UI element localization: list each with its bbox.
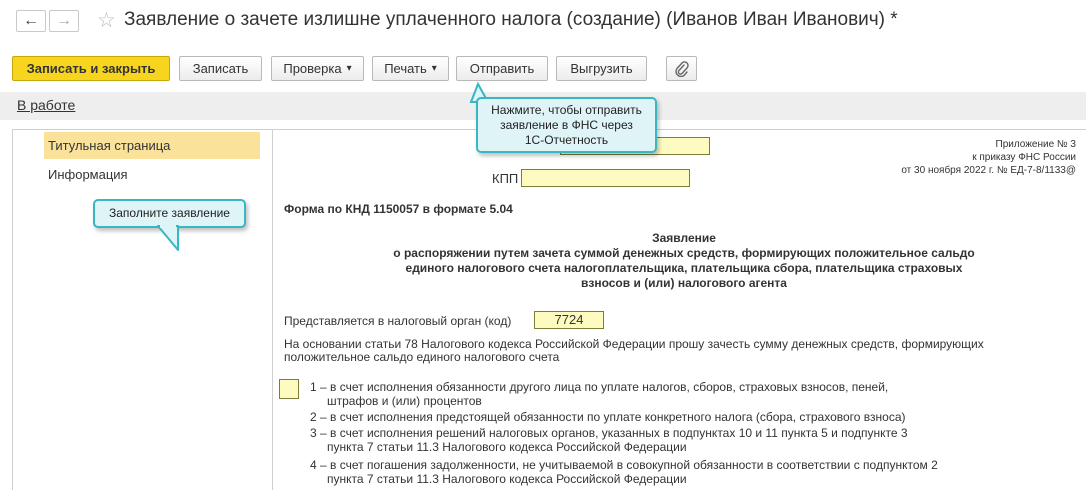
appendix-line-2: к приказу ФНС России bbox=[972, 152, 1076, 163]
save-and-close-button[interactable]: Записать и закрыть bbox=[12, 56, 170, 81]
kpp-field[interactable] bbox=[521, 169, 690, 187]
status-link[interactable]: В работе bbox=[17, 97, 75, 113]
send-hint-line-2: заявление в ФНС через bbox=[500, 118, 633, 132]
appendix-line-3: от 30 ноября 2022 г. № ЕД-7-8/1133@ bbox=[901, 165, 1076, 176]
option-3-line-2: пункта 7 статьи 11.3 Налогового кодекса … bbox=[327, 440, 687, 454]
send-hint-line-1: Нажмите, чтобы отправить bbox=[491, 103, 642, 117]
window-title: Заявление о зачете излишне уплаченного н… bbox=[124, 9, 898, 30]
check-button[interactable]: Проверка ▾ bbox=[271, 56, 364, 81]
export-button[interactable]: Выгрузить bbox=[556, 56, 647, 81]
send-tooltip-pointer-join bbox=[480, 99, 492, 119]
arrow-right-icon: → bbox=[56, 12, 72, 29]
arrow-left-icon: ← bbox=[23, 12, 39, 29]
forward-button[interactable]: → bbox=[49, 10, 79, 32]
appendix-line-1: Приложение № 3 bbox=[995, 139, 1077, 150]
option-code-field[interactable] bbox=[279, 379, 299, 399]
paperclip-icon bbox=[674, 60, 689, 77]
form-code: Форма по КНД 1150057 в формате 5.04 bbox=[284, 202, 513, 216]
send-hint-line-3: 1С-Отчетность bbox=[524, 133, 609, 147]
option-4-line-2: пункта 7 статьи 11.3 Налогового кодекса … bbox=[327, 472, 687, 486]
print-button[interactable]: Печать ▾ bbox=[372, 56, 449, 81]
sidebar-item-information[interactable]: Информация bbox=[44, 161, 260, 188]
option-2: 2 – в счет исполнения предстоящей обязан… bbox=[310, 410, 906, 424]
form-heading-title: Заявление bbox=[652, 231, 716, 245]
kpp-label: КПП bbox=[492, 171, 519, 186]
back-button[interactable]: ← bbox=[16, 10, 46, 32]
send-button[interactable]: Отправить bbox=[456, 56, 548, 81]
check-button-label: Проверка bbox=[283, 61, 342, 76]
form-heading-line-3: взносов и (или) налогового агента bbox=[581, 276, 787, 290]
favorite-star-icon[interactable]: ☆ bbox=[97, 8, 116, 33]
option-3-line-1: 3 – в счет исполнения решений налоговых … bbox=[310, 426, 908, 440]
form-heading-line-2: единого налогового счета налогоплательщи… bbox=[405, 261, 963, 275]
print-button-label: Печать bbox=[384, 61, 427, 76]
basis-text-line-2: положительное сальдо единого налогового … bbox=[284, 350, 560, 364]
fill-tooltip-pointer bbox=[157, 224, 179, 251]
option-4-line-1: 4 – в счет погашения задолженности, не у… bbox=[310, 458, 938, 472]
option-1-line-2: штрафов и (или) процентов bbox=[327, 394, 482, 408]
option-1-line-1: 1 – в счет исполнения обязанности другог… bbox=[310, 380, 889, 394]
send-hint-tooltip: Нажмите, чтобы отправить заявление в ФНС… bbox=[476, 97, 657, 153]
basis-text-line-1: На основании статьи 78 Налогового кодекс… bbox=[284, 337, 984, 351]
chevron-down-icon: ▾ bbox=[346, 63, 352, 74]
save-button[interactable]: Записать bbox=[179, 56, 262, 81]
sidebar-item-title-page[interactable]: Титульная страница bbox=[44, 132, 260, 159]
chevron-down-icon: ▾ bbox=[431, 63, 437, 74]
tax-authority-code-field[interactable]: 7724 bbox=[534, 311, 604, 329]
form-heading-line-1: о распоряжении путем зачета суммой денеж… bbox=[393, 246, 975, 260]
attach-button[interactable] bbox=[666, 56, 697, 81]
tax-authority-label: Представляется в налоговый орган (код) bbox=[284, 314, 512, 328]
